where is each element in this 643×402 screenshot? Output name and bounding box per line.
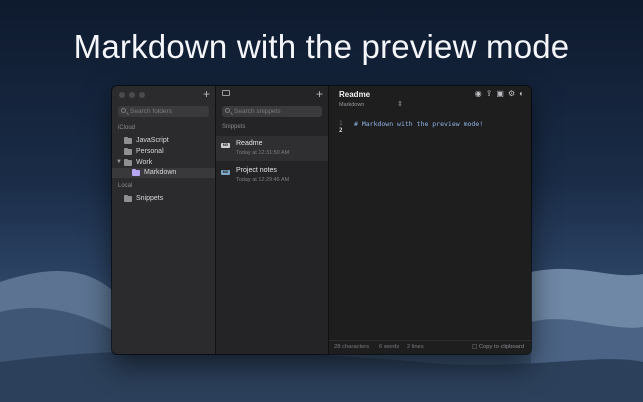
folder-work[interactable]: Work — [124, 158, 152, 168]
snippet-title: Readme — [236, 140, 263, 147]
section-local: Local — [118, 183, 133, 189]
status-bar: 28 characters 6 words 2 lines ▢ Copy to … — [329, 340, 531, 354]
word-count: 6 words — [379, 344, 400, 350]
folder-label: Work — [136, 159, 153, 166]
folder-snippets[interactable]: Snippets — [124, 194, 163, 204]
disclosure-triangle-icon[interactable]: ▼ — [116, 159, 122, 165]
add-snippet-icon[interactable]: + — [316, 88, 323, 100]
app-window: + Search folders iCloud JavaScript Perso… — [112, 86, 531, 354]
sidebar-toggle-icon[interactable] — [222, 90, 230, 96]
snippet-date: Today at 12:29:46 AM — [236, 177, 290, 183]
line-count: 2 lines — [407, 344, 424, 350]
folder-label: Personal — [136, 148, 164, 155]
folder-label: JavaScript — [136, 137, 169, 144]
editor-toolbar: ◉ ⇪ ▣ ⚙ ◐ — [475, 89, 524, 98]
character-count: 28 characters — [334, 344, 370, 350]
folder-icon — [124, 159, 132, 166]
search-folders-input[interactable]: Search folders — [118, 106, 209, 117]
trash-icon[interactable]: ▣ — [496, 89, 504, 98]
copy-to-clipboard-button[interactable]: ▢ Copy to clipboard — [472, 344, 524, 350]
gear-icon[interactable]: ⚙ — [508, 89, 515, 98]
snippet-item-readme[interactable]: MD Readme Today at 12:31:50 AM — [216, 136, 328, 161]
snippets-list-panel: + Search snippets Snippets MD Readme Tod… — [216, 86, 329, 354]
code-editor[interactable]: # Markdown with the preview mode! — [354, 120, 483, 128]
snippet-item-project-notes[interactable]: MD Project notes Today at 12:29:46 AM — [216, 163, 328, 188]
contrast-icon[interactable]: ◐ — [519, 89, 524, 98]
snippet-date: Today at 12:31:50 AM — [236, 150, 290, 156]
folder-markdown[interactable]: Markdown — [132, 168, 176, 178]
eye-icon[interactable]: ◉ — [475, 89, 482, 98]
search-snippets-placeholder: Search snippets — [234, 108, 281, 115]
section-icloud: iCloud — [118, 125, 136, 131]
minimize-window-button[interactable] — [129, 92, 135, 98]
editor-panel: Readme Markdown ⇕ ◉ ⇪ ▣ ⚙ ◐ 1 2 # Markdo… — [329, 86, 531, 354]
chevron-updown-icon[interactable]: ⇕ — [397, 100, 403, 108]
headline: Markdown with the preview mode — [73, 28, 570, 65]
add-folder-icon[interactable]: + — [203, 88, 210, 100]
search-icon — [225, 108, 230, 113]
share-icon[interactable]: ⇪ — [486, 89, 493, 98]
search-folders-placeholder: Search folders — [130, 108, 172, 115]
zoom-window-button[interactable] — [139, 92, 145, 98]
search-snippets-input[interactable]: Search snippets — [222, 106, 322, 117]
folder-javascript[interactable]: JavaScript — [124, 136, 169, 146]
folders-sidebar: + Search folders iCloud JavaScript Perso… — [112, 86, 216, 354]
line-number: 1 — [339, 120, 343, 127]
folder-icon — [132, 169, 140, 176]
folder-label: Markdown — [144, 169, 177, 176]
folder-label: Snippets — [136, 195, 164, 202]
close-window-button[interactable] — [119, 92, 125, 98]
snippet-title-heading[interactable]: Readme — [339, 90, 370, 99]
folder-personal[interactable]: Personal — [124, 147, 164, 157]
folder-icon — [124, 195, 132, 202]
search-icon — [121, 108, 126, 113]
language-select[interactable]: Markdown — [339, 102, 364, 108]
markdown-file-icon: MD — [221, 170, 230, 175]
folder-icon — [124, 137, 132, 144]
window-controls — [119, 92, 145, 98]
copy-label: Copy to clipboard — [478, 344, 524, 350]
line-number: 2 — [339, 127, 343, 134]
snippet-title: Project notes — [236, 167, 277, 174]
folder-icon — [124, 148, 132, 155]
markdown-file-icon: MD — [221, 143, 230, 148]
snippets-section-label: Snippets — [222, 124, 246, 130]
